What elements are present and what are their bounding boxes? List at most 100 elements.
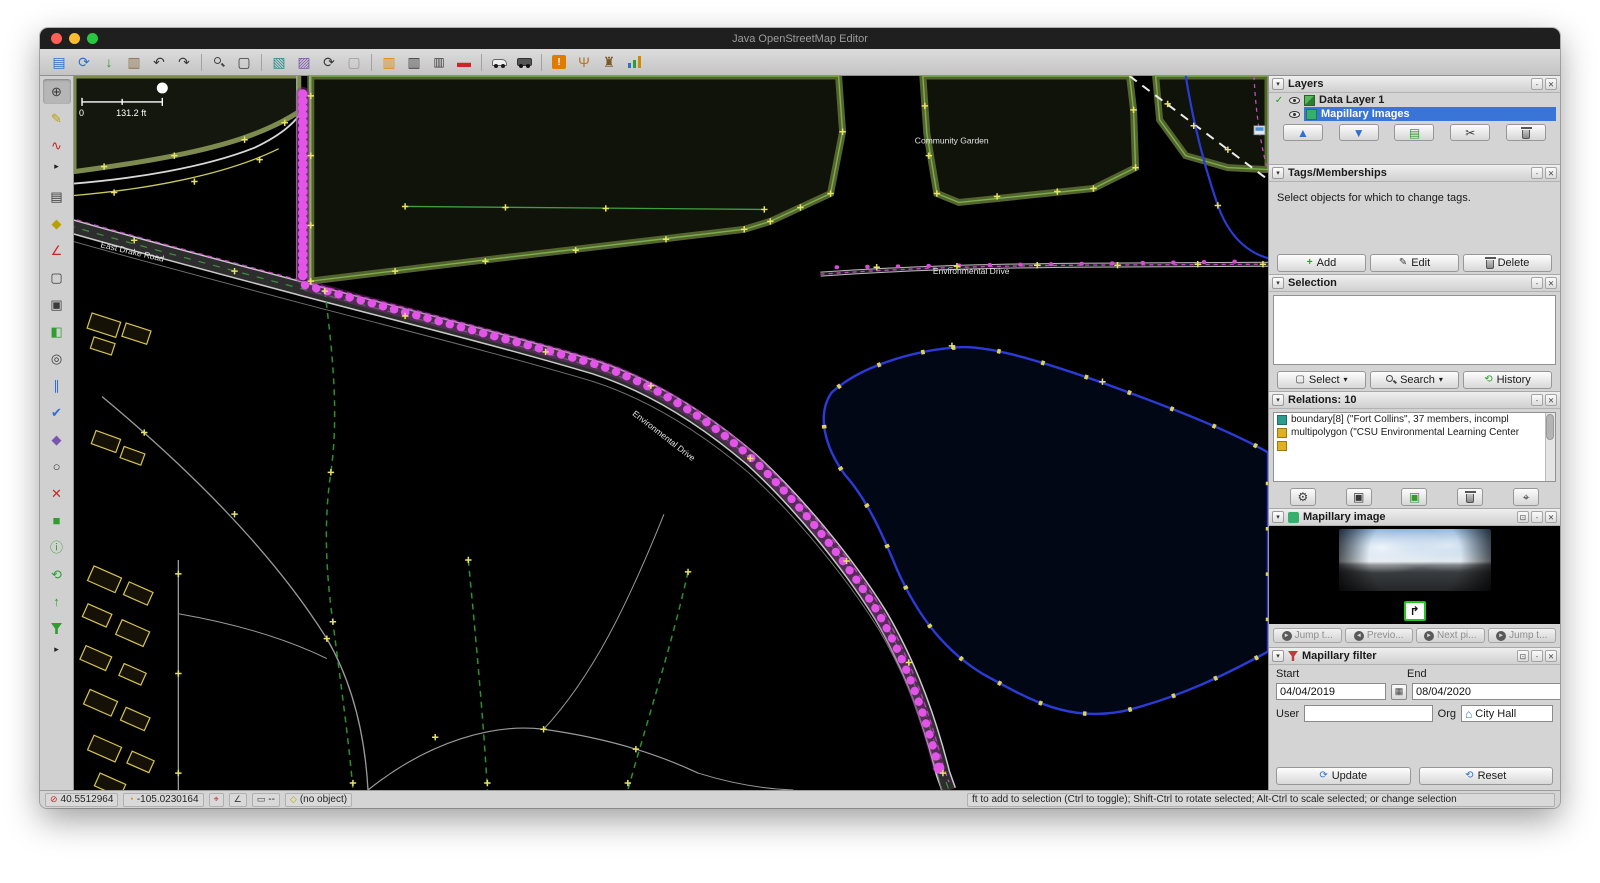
end-date-input[interactable] [1412,683,1560,700]
layers-tool-button[interactable]: ▤ [43,184,71,209]
relation-row-partial[interactable] [1274,439,1555,452]
warning-preset-button[interactable]: ! [547,51,571,73]
delete-tag-button[interactable]: Delete [1463,253,1552,272]
filter-tool-button[interactable] [43,616,71,641]
expand-tools-bottom-button[interactable]: ▸ [43,643,71,655]
layer-row-mapillary[interactable]: Mapillary Images [1269,107,1560,121]
barrier-columns-button[interactable]: ▥ [377,51,401,73]
close-icon[interactable]: ✕ [1545,394,1557,406]
redo-button[interactable]: ↷ [172,51,196,73]
detach-icon[interactable]: ⊡ [1517,511,1529,523]
edit-tag-button[interactable]: ✎ Edit [1370,253,1459,272]
sticky-icon[interactable]: - [1531,167,1543,179]
collapse-icon[interactable]: ▾ [1272,394,1284,406]
street-photo-thumbnail[interactable] [1338,529,1491,591]
sticky-icon[interactable]: - [1531,394,1543,406]
validate-tool-button[interactable]: ✔ [43,400,71,425]
castle-preset-button[interactable]: ♜ [597,51,621,73]
layer-delete-button[interactable] [1506,124,1547,141]
select-relation-members-button[interactable]: ⌖ [1513,487,1540,506]
upload-button[interactable]: ▥ [122,51,146,73]
new-relation-button[interactable]: ⚙ [1289,487,1316,506]
close-icon[interactable]: ✕ [1545,167,1557,179]
terrace-tool-button[interactable]: ■ [43,508,71,533]
map-style-button[interactable]: ▨ [292,51,316,73]
refresh-button[interactable]: ⟳ [317,51,341,73]
next-picture-button[interactable]: ► Next pi... [1416,628,1485,643]
measure-tool-button[interactable]: ∠ [43,238,71,263]
zoom-selection-button[interactable] [207,51,231,73]
relation-row[interactable]: multipolygon ("CSU Environmental Learnin… [1274,426,1555,439]
imagery-button[interactable]: ▧ [267,51,291,73]
tag-tool-button[interactable]: ◆ [43,211,71,236]
relations-list[interactable]: boundary[8] ("Fort Collins", 37 members,… [1273,412,1556,482]
edit-box-tool-button[interactable]: ▣ [43,292,71,317]
history-tool-button[interactable]: ⟲ [43,562,71,587]
sync-button[interactable]: ⟳ [72,51,96,73]
eye-icon[interactable] [1289,96,1300,104]
collapse-icon[interactable]: ▾ [1272,650,1284,662]
close-icon[interactable]: ✕ [1545,650,1557,662]
collapse-icon[interactable]: ▾ [1272,277,1284,289]
draw-tool-button[interactable]: ✎ [43,106,71,131]
add-tag-button[interactable]: + Add [1277,253,1366,272]
select-box-tool-button[interactable]: ▢ [43,265,71,290]
parallel-way-tool-button[interactable]: ∥ [43,373,71,398]
duplicate-relation-button[interactable]: ▣ [1401,487,1428,506]
layer-duplicate-button[interactable]: ✂ [1450,124,1491,141]
wand-tool-button[interactable]: ◆ [43,427,71,452]
detach-icon[interactable]: ⊡ [1517,650,1529,662]
jump-to-end-button[interactable]: ► Jump t... [1487,628,1556,643]
restaurant-preset-button[interactable]: Ψ [572,51,596,73]
close-icon[interactable]: ✕ [1545,277,1557,289]
truck-preset-button[interactable] [512,51,536,73]
selection-list[interactable] [1273,295,1556,365]
lanes-button[interactable]: ▥ [402,51,426,73]
close-icon[interactable]: ✕ [1545,78,1557,90]
expand-tools-top-button[interactable]: ▸ [43,160,71,172]
close-icon[interactable]: ✕ [1545,511,1557,523]
collapse-icon[interactable]: ▾ [1272,511,1284,523]
sticky-icon[interactable]: - [1531,277,1543,289]
move-box-tool-button[interactable]: ◧ [43,319,71,344]
sticky-icon[interactable]: - [1531,78,1543,90]
close-window-button[interactable] [51,33,62,44]
edit-relation-button[interactable]: ▣ [1345,487,1372,506]
upload-selection-button[interactable]: ↑ [43,589,71,614]
download-button[interactable]: ↓ [97,51,121,73]
open-button[interactable]: ▤ [47,51,71,73]
layer-row-data[interactable]: ✓ Data Layer 1 [1269,93,1560,107]
relation-row[interactable]: boundary[8] ("Fort Collins", 37 members,… [1274,413,1555,426]
select-menu-button[interactable]: ▢ Select ▾ [1277,370,1366,389]
eye-icon[interactable] [1289,110,1300,118]
sticky-icon[interactable]: - [1531,650,1543,662]
layer-down-button[interactable]: ▼ [1338,124,1379,141]
reset-filter-button[interactable]: ⟲ Reset [1418,767,1553,785]
delete-relation-button[interactable] [1457,487,1484,506]
select-area-button[interactable]: ▢ [232,51,256,73]
pan-tool-button[interactable]: ⊕ [42,79,71,104]
scrollbar-thumb[interactable] [1546,414,1554,440]
sticky-icon[interactable]: - [1531,511,1543,523]
layer-up-button[interactable]: ▲ [1282,124,1323,141]
relations-scrollbar[interactable] [1545,413,1555,481]
info-tool-button[interactable]: ⓘ [43,535,71,560]
crossing-button[interactable]: ▥ [427,51,451,73]
mapillary-image-viewer[interactable]: ↱ [1269,526,1560,624]
restriction-button[interactable]: ▬ [452,51,476,73]
collapse-icon[interactable]: ▾ [1272,167,1284,179]
layer-merge-button[interactable]: ▤ [1394,124,1435,141]
start-date-input[interactable] [1276,683,1386,700]
circle-tool-button[interactable]: ○ [43,454,71,479]
chart-preset-button[interactable] [622,51,646,73]
inactive-tool-button[interactable]: ▢ [342,51,366,73]
jump-to-start-button[interactable]: ► Jump t... [1273,628,1342,643]
improve-accuracy-button[interactable]: ∿ [43,133,71,158]
junction-arrow-button[interactable]: ↱ [1403,601,1426,621]
collapse-icon[interactable]: ▾ [1272,78,1284,90]
previous-picture-button[interactable]: ◄ Previo... [1344,628,1413,643]
organization-input[interactable]: ⌂ City Hall [1461,705,1553,722]
history-button[interactable]: ⟲ History [1463,370,1552,389]
delete-tool-button[interactable]: ✕ [43,481,71,506]
map-canvas[interactable]: Community Garden Environmental Drive Env… [74,76,1268,790]
